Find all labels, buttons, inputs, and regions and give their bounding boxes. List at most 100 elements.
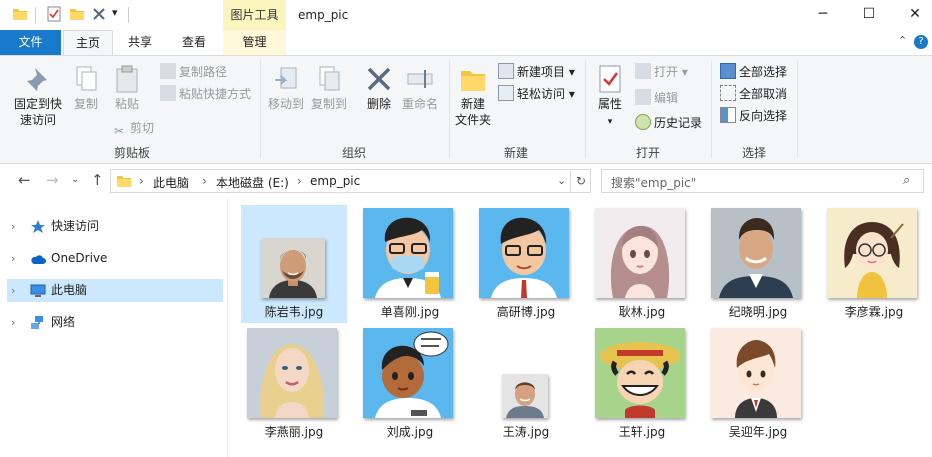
scissors-icon: ✂ (113, 124, 125, 138)
tab-manage[interactable]: 管理 (223, 30, 286, 55)
select-none-icon (720, 85, 736, 101)
title-bar: ▾ 图片工具 emp_pic ─ ☐ ✕ (0, 0, 932, 30)
cartoon-boy-speech-thumbnail (363, 328, 453, 418)
history-button[interactable]: 历史记录 (635, 113, 702, 133)
delete-icon[interactable] (91, 6, 107, 22)
rename-button[interactable]: 重命名 (400, 64, 440, 112)
delete-button[interactable]: 删除 (362, 64, 396, 112)
minimize-button[interactable]: ─ (800, 0, 846, 30)
properties-icon[interactable] (46, 6, 62, 22)
expand-chevron-icon[interactable]: › (11, 215, 15, 238)
cut-label: 剪切 (130, 121, 155, 135)
file-item[interactable]: 王轩.jpg (589, 324, 695, 442)
ribbon: 固定到快 速访问 复制 粘贴 复制路径 粘贴快捷方式 ✂ 剪切 剪贴板 移动到 复… (0, 55, 932, 164)
tab-share[interactable]: 共享 (115, 30, 165, 55)
file-item[interactable]: 李彦霖.jpg (821, 205, 927, 323)
open-button[interactable]: 打开 ▾ (635, 62, 688, 82)
nav-label: OneDrive (51, 251, 108, 265)
recent-locations-button[interactable]: ⌄ (71, 174, 79, 185)
select-all-label: 全部选择 (739, 65, 788, 79)
nav-label: 网络 (51, 315, 76, 329)
copy-button[interactable]: 复制 (68, 64, 104, 112)
qat-separator (128, 7, 129, 23)
file-item[interactable]: 单喜刚.jpg (357, 205, 463, 323)
select-all-icon (720, 63, 736, 79)
history-label: 历史记录 (654, 116, 703, 130)
breadcrumb-separator[interactable]: › (202, 174, 207, 188)
tab-file[interactable]: 文件 (0, 30, 61, 55)
cut-button[interactable]: ✂ 剪切 (111, 118, 154, 138)
forward-button[interactable]: → (46, 171, 59, 189)
file-item[interactable]: 吴迎年.jpg (705, 324, 811, 442)
breadcrumb-separator[interactable]: › (139, 174, 144, 188)
collapse-ribbon-icon[interactable]: ⌃ (898, 34, 907, 47)
copy-path-label: 复制路径 (179, 65, 228, 79)
group-separator (260, 60, 261, 158)
breadcrumb-emp-pic[interactable]: emp_pic (310, 174, 360, 188)
nav-onedrive[interactable]: › OneDrive (7, 247, 223, 270)
maximize-button[interactable]: ☐ (846, 0, 892, 30)
address-dropdown-icon[interactable]: ⌄ (557, 174, 566, 187)
paste-label: 粘贴 (114, 97, 139, 111)
file-item[interactable]: 王涛.jpg (473, 324, 579, 442)
search-box[interactable]: 搜索"emp_pic" ⌕ (601, 169, 924, 193)
search-input[interactable]: 搜索"emp_pic" (611, 174, 696, 191)
invert-selection-label: 反向选择 (739, 109, 788, 123)
breadcrumb-drive-e[interactable]: 本地磁盘 (E:) (216, 174, 289, 191)
nav-label: 此电脑 (51, 283, 88, 297)
invert-selection-button[interactable]: 反向选择 (720, 106, 787, 126)
nav-network[interactable]: › 网络 (7, 311, 223, 334)
expand-chevron-icon[interactable]: › (11, 279, 15, 302)
paste-button[interactable]: 粘贴 (108, 64, 146, 112)
refresh-icon[interactable]: ↻ (576, 174, 586, 188)
easy-access-button[interactable]: 轻松访问 ▾ (498, 84, 575, 104)
new-folder-button[interactable]: 新建 文件夹 (452, 64, 494, 128)
file-item[interactable]: 李燕丽.jpg (241, 324, 347, 442)
clipboard-group-label: 剪贴板 (113, 146, 150, 160)
new-item-icon (498, 63, 514, 79)
qat-dropdown-icon[interactable]: ▾ (112, 6, 118, 19)
expand-chevron-icon[interactable]: › (11, 247, 15, 270)
invert-selection-icon (720, 107, 736, 123)
file-item[interactable]: 纪晓明.jpg (705, 205, 811, 323)
file-item[interactable]: 耿林.jpg (589, 205, 695, 323)
move-to-button[interactable]: 移动到 (266, 64, 306, 112)
copy-path-button[interactable]: 复制路径 (160, 62, 227, 82)
paste-shortcut-button[interactable]: 粘贴快捷方式 (160, 84, 251, 104)
expand-chevron-icon[interactable]: › (11, 311, 15, 334)
close-button[interactable]: ✕ (892, 0, 932, 30)
copy-to-button[interactable]: 复制到 (308, 64, 350, 112)
nav-quick-access[interactable]: › 快速访问 (7, 215, 223, 238)
file-item[interactable]: 陈岩韦.jpg (241, 205, 347, 323)
help-icon[interactable]: ? (914, 35, 928, 49)
edit-button[interactable]: 编辑 (635, 88, 678, 108)
tab-view[interactable]: 查看 (168, 30, 220, 55)
copy-to-label: 复制到 (310, 97, 347, 111)
tab-home[interactable]: 主页 (63, 30, 113, 55)
breadcrumb-this-pc[interactable]: 此电脑 (153, 174, 189, 191)
open-icon (635, 63, 651, 79)
search-icon[interactable]: ⌕ (903, 173, 910, 188)
back-button[interactable]: ← (18, 171, 31, 189)
select-none-button[interactable]: 全部取消 (720, 84, 787, 104)
new-folder-icon[interactable] (69, 6, 85, 22)
file-name: 李燕丽.jpg (264, 425, 324, 439)
open-label: 打开 (654, 65, 679, 79)
address-bar[interactable]: › 此电脑 › 本地磁盘 (E:) › emp_pic ⌄ ↻ (110, 169, 591, 193)
rename-icon (407, 70, 433, 88)
new-item-button[interactable]: 新建项目 ▾ (498, 62, 575, 82)
organize-group-label: 组织 (341, 146, 366, 160)
qat-separator (35, 7, 36, 23)
cartoon-girl-glasses-thumbnail (827, 208, 917, 298)
select-all-button[interactable]: 全部选择 (720, 62, 787, 82)
file-list: 陈岩韦.jpg 单喜刚.jpg 高研博.jpg 耿林.jpg 纪晓明.jpg 李… (232, 198, 932, 457)
up-button[interactable]: ↑ (91, 171, 104, 189)
properties-button[interactable]: 属性 ▾ (592, 64, 628, 130)
file-item[interactable]: 刘成.jpg (357, 324, 463, 442)
breadcrumb-separator[interactable]: › (297, 174, 302, 188)
paste-shortcut-icon (160, 85, 176, 101)
folder-icon[interactable] (12, 6, 28, 22)
nav-this-pc[interactable]: › 此电脑 (7, 279, 223, 302)
file-item[interactable]: 高研博.jpg (473, 205, 579, 323)
pin-quick-access-button[interactable]: 固定到快 速访问 (10, 64, 66, 128)
